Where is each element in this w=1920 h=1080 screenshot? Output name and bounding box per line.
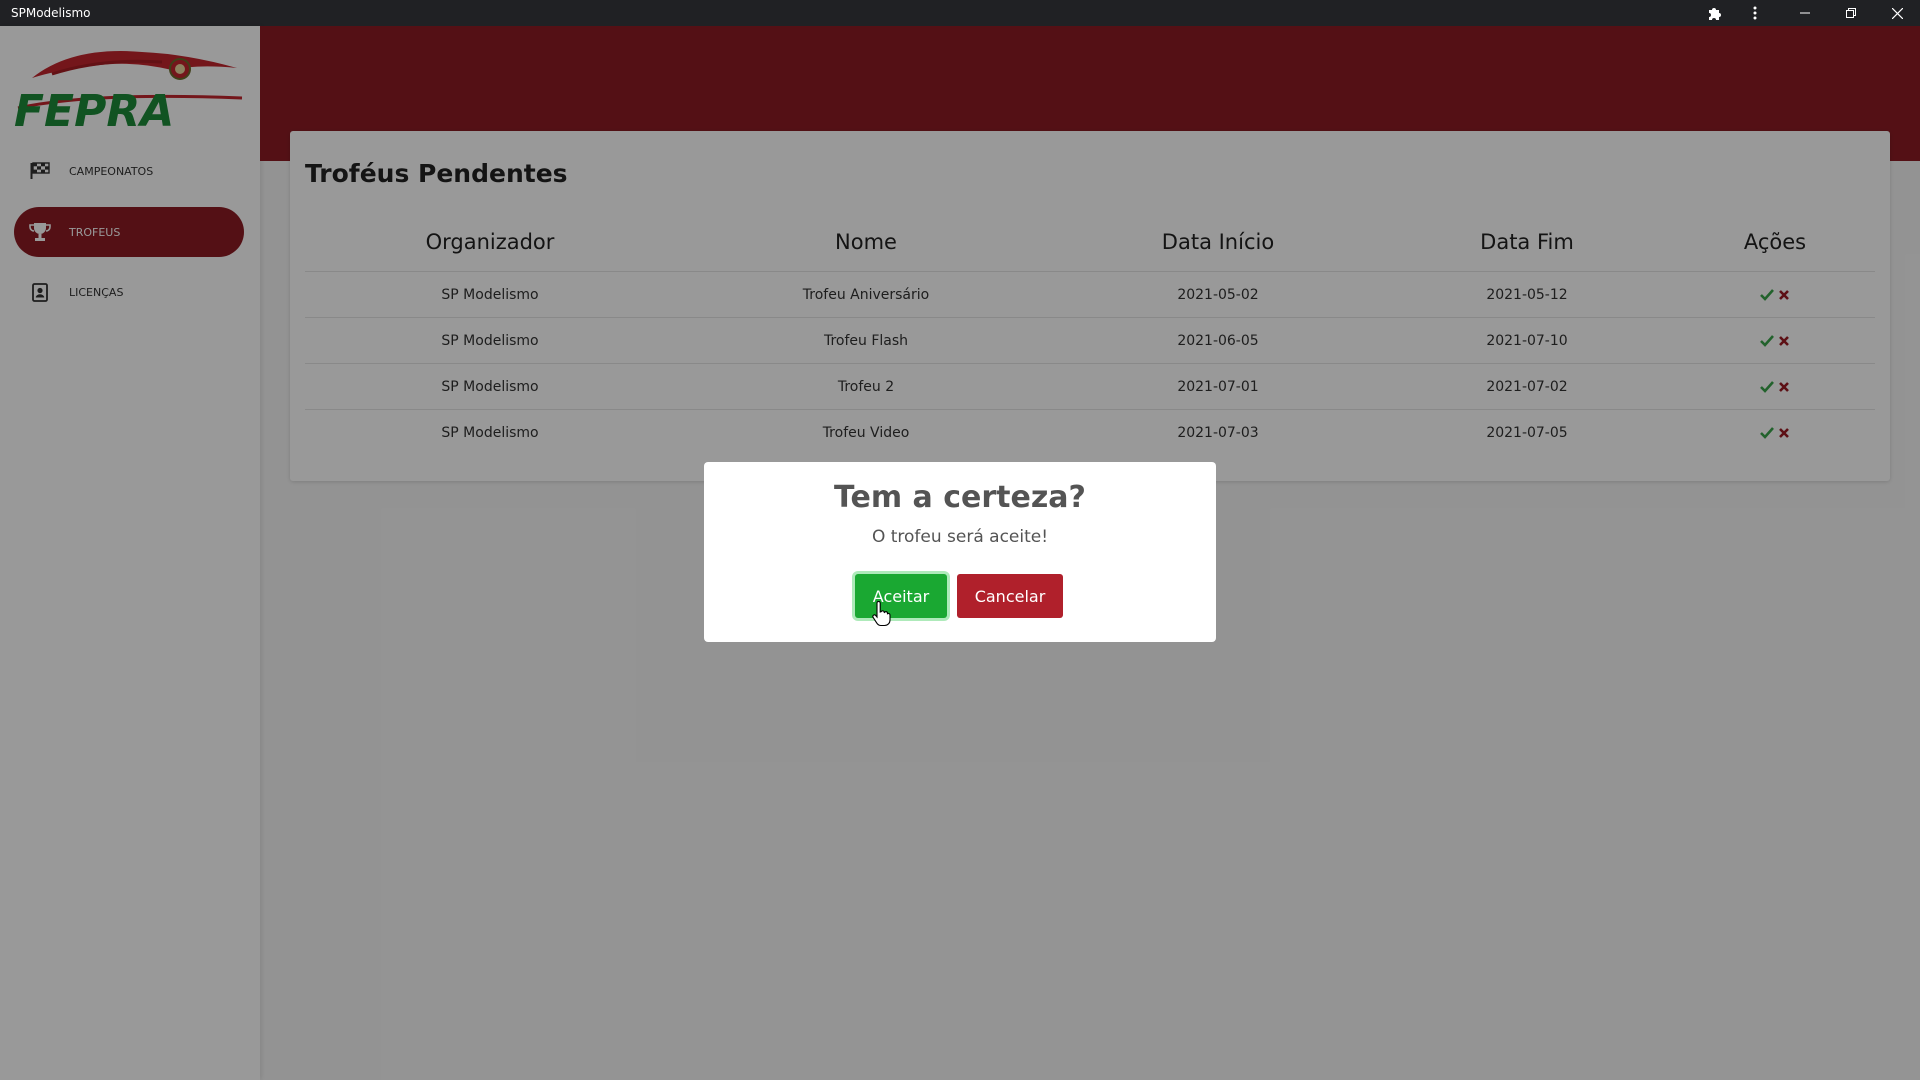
- confirm-dialog: Tem a certeza? O trofeu será aceite! Ace…: [704, 462, 1216, 642]
- more-vert-icon[interactable]: [1733, 0, 1777, 26]
- hand-pointer-icon: [871, 600, 891, 627]
- dialog-message: O trofeu será aceite!: [871, 527, 1049, 547]
- accept-button[interactable]: Aceitar: [855, 574, 947, 618]
- minimize-icon[interactable]: [1783, 0, 1827, 26]
- close-icon[interactable]: [1875, 0, 1919, 26]
- restore-icon[interactable]: [1829, 0, 1873, 26]
- window-titlebar: SPModelismo: [0, 0, 1920, 26]
- extensions-icon[interactable]: [1692, 0, 1736, 26]
- dialog-title: Tem a certeza?: [834, 480, 1086, 515]
- cancel-button[interactable]: Cancelar: [957, 574, 1063, 618]
- window-title: SPModelismo: [11, 6, 91, 20]
